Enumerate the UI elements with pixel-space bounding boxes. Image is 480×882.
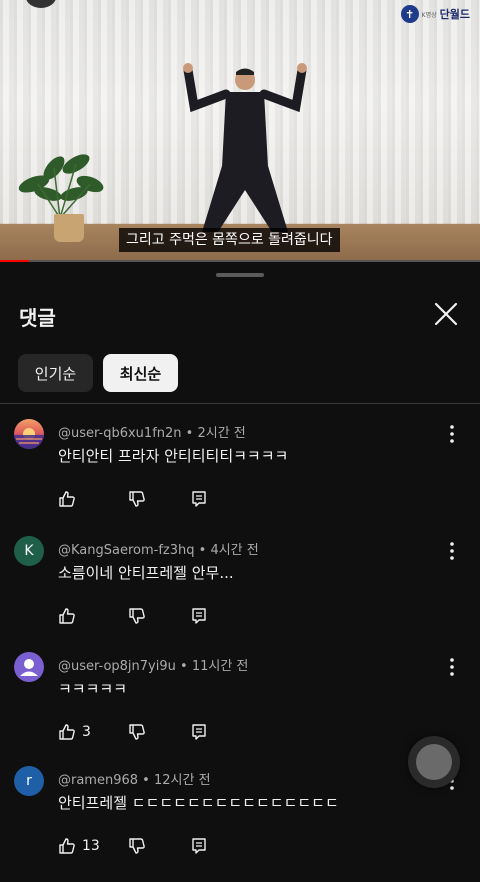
sort-chip-newest[interactable]: 최신순 — [103, 354, 178, 392]
comment-text: 안티프레젤 ㄷㄷㄷㄷㄷㄷㄷㄷㄷㄷㄷㄷㄷㄷㄷ — [58, 794, 339, 812]
thumbs-up-icon — [59, 838, 75, 854]
assistive-touch-inner — [416, 744, 452, 780]
comment-meta: @KangSaerom-fz3hq • 4시간 전 — [58, 539, 259, 558]
thumbs-down-icon — [129, 838, 145, 854]
reply-icon — [192, 491, 206, 507]
plant-image — [18, 154, 104, 219]
avatar[interactable]: K — [14, 536, 44, 566]
comment-meta: @ramen968 • 12시간 전 — [58, 769, 211, 788]
logo-small-text: K명상 — [421, 11, 437, 19]
plant-pot — [54, 214, 84, 242]
comment-text: ㅋㅋㅋㅋㅋ — [58, 680, 128, 698]
meta-separator: • — [175, 659, 192, 674]
meta-separator: • — [194, 543, 211, 558]
avatar[interactable] — [14, 419, 44, 449]
avatar-letter: r — [26, 773, 32, 789]
comment-author[interactable]: @KangSaerom-fz3hq — [58, 543, 195, 558]
default-user-avatar-icon — [20, 659, 38, 676]
video-subtitle: 그리고 주먹은 몸쪽으로 돌려줍니다 — [119, 228, 340, 252]
thumbs-up-icon — [59, 724, 75, 740]
dislike-button[interactable] — [128, 723, 190, 741]
logo-emblem-icon: ✝ — [400, 5, 419, 23]
like-count: 13 — [82, 838, 100, 854]
channel-logo: ✝ K명상 단월드 — [400, 5, 470, 23]
thumbs-down-icon — [129, 491, 145, 507]
comment-time: 2시간 전 — [197, 426, 246, 441]
comment-time: 4시간 전 — [210, 543, 259, 558]
like-button[interactable]: 13 — [58, 837, 128, 855]
dislike-button[interactable] — [128, 490, 190, 508]
reply-button[interactable] — [190, 723, 208, 741]
like-button[interactable] — [58, 607, 128, 625]
video-player[interactable]: ✝ K명상 단월드 그리고 주먹은 몸쪽으로 돌려줍니다 — [0, 0, 480, 262]
comment-time: 12시간 전 — [153, 773, 211, 788]
logo-text: 단월드 — [439, 8, 470, 21]
avatar-letter: K — [24, 543, 34, 559]
meta-separator: • — [181, 426, 198, 441]
comment-actions: 3 — [58, 722, 208, 742]
more-vertical-icon[interactable] — [444, 540, 460, 562]
avatar[interactable]: r — [14, 766, 44, 796]
like-count: 3 — [82, 724, 91, 740]
like-button[interactable]: 3 — [58, 723, 128, 741]
more-vertical-icon[interactable] — [444, 656, 460, 678]
sheet-drag-handle[interactable] — [216, 273, 264, 277]
comment-item: @user-qb6xu1fn2n • 2시간 전 안티안티 프라자 안티티티티ㅋ… — [0, 419, 480, 535]
comment-author[interactable]: @ramen968 — [58, 773, 138, 788]
comment-text: 소름이네 안티프레젤 안무... — [58, 564, 234, 582]
reply-icon — [192, 608, 206, 624]
dislike-button[interactable] — [128, 837, 190, 855]
sort-chip-popular[interactable]: 인기순 — [18, 354, 93, 392]
comment-actions — [58, 489, 208, 509]
comment-time: 11시간 전 — [191, 659, 249, 674]
meta-separator: • — [138, 773, 154, 788]
sunset-avatar-icon — [14, 428, 44, 449]
thumbs-down-icon — [129, 608, 145, 624]
dislike-button[interactable] — [128, 607, 190, 625]
comment-actions — [58, 606, 208, 626]
comment-meta: @user-op8jn7yi9u • 11시간 전 — [58, 655, 248, 674]
comment-item: r @ramen968 • 12시간 전 안티프레젤 ㄷㄷㄷㄷㄷㄷㄷㄷㄷㄷㄷㄷㄷ… — [0, 766, 480, 882]
reply-icon — [192, 838, 206, 854]
comment-text: 안티안티 프라자 안티티티티ㅋㅋㅋㅋ — [58, 447, 289, 465]
thumbs-up-icon — [59, 608, 75, 624]
thumbs-up-icon — [59, 491, 75, 507]
thumbs-down-icon — [129, 724, 145, 740]
reply-button[interactable] — [190, 607, 208, 625]
comment-author[interactable]: @user-qb6xu1fn2n — [58, 426, 182, 441]
avatar[interactable] — [14, 652, 44, 682]
comment-meta: @user-qb6xu1fn2n • 2시간 전 — [58, 422, 246, 441]
reply-button[interactable] — [190, 837, 208, 855]
comment-item: @user-op8jn7yi9u • 11시간 전 ㅋㅋㅋㅋㅋ 3 — [0, 652, 480, 768]
divider — [0, 403, 480, 404]
more-vertical-icon[interactable] — [444, 423, 460, 445]
assistive-touch-button[interactable] — [408, 736, 460, 788]
comment-author[interactable]: @user-op8jn7yi9u — [58, 659, 176, 674]
reply-button[interactable] — [190, 490, 208, 508]
comment-actions: 13 — [58, 836, 208, 856]
comment-item: K @KangSaerom-fz3hq • 4시간 전 소름이네 안티프레젤 안… — [0, 536, 480, 652]
like-button[interactable] — [58, 490, 128, 508]
close-icon[interactable] — [432, 300, 460, 328]
comments-title: 댓글 — [19, 306, 56, 330]
reply-icon — [192, 724, 206, 740]
